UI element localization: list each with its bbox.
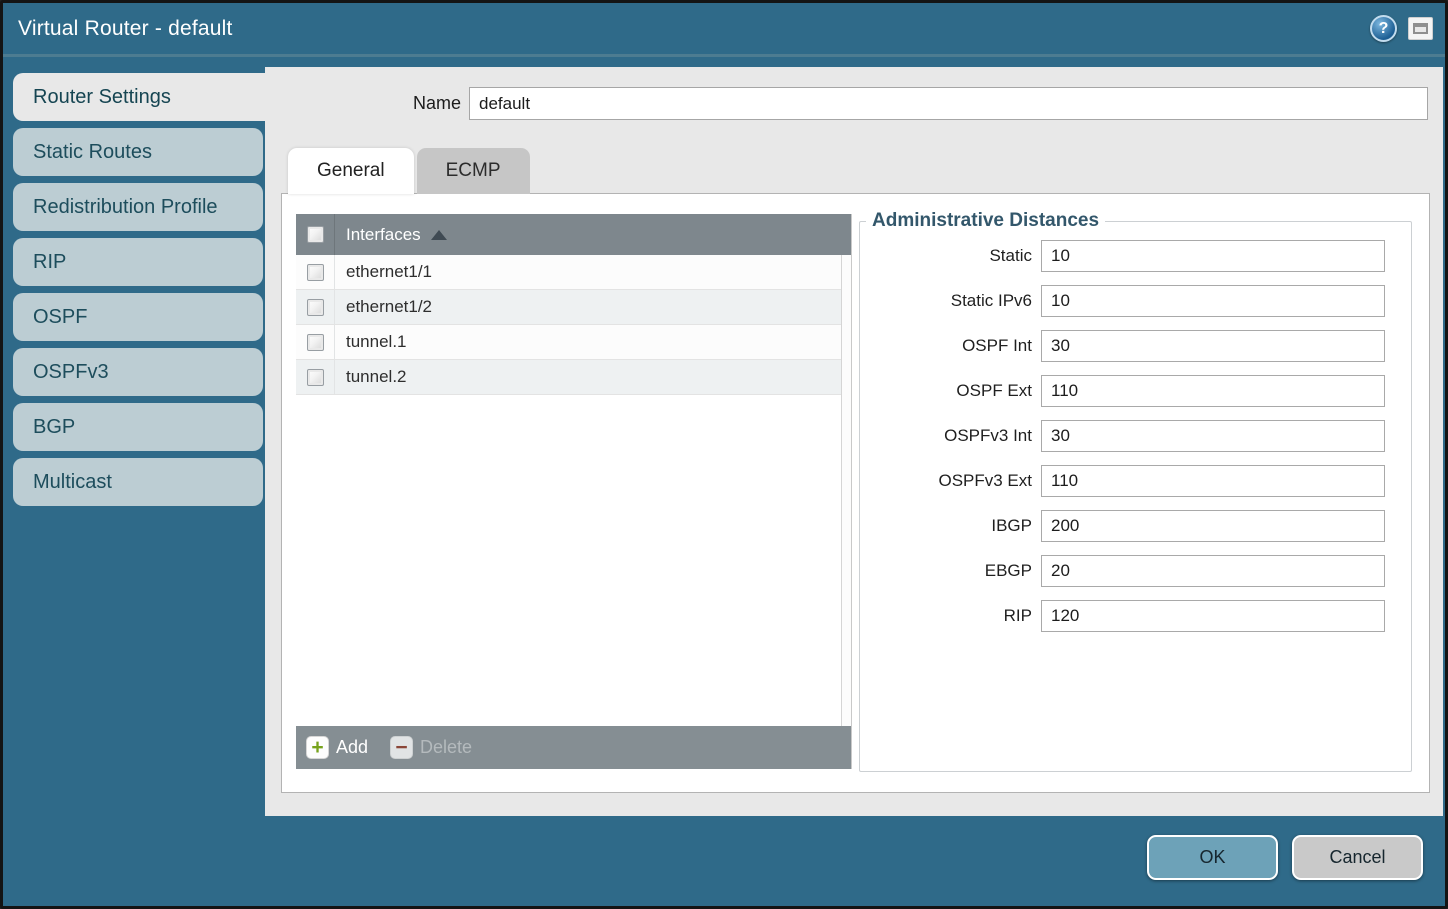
row-checkbox[interactable] (307, 264, 324, 281)
admin-field-row: OSPF Ext (860, 375, 1411, 407)
titlebar-icons: ? (1370, 15, 1433, 42)
row-checkbox[interactable] (307, 334, 324, 351)
sidebar-item-bgp[interactable]: BGP (13, 403, 263, 451)
ospf-ext-label: OSPF Ext (860, 381, 1032, 401)
rip-input[interactable] (1041, 600, 1385, 632)
ospf-int-input[interactable] (1041, 330, 1385, 362)
ospfv3-int-label: OSPFv3 Int (860, 426, 1032, 446)
admin-field-row: Static (860, 240, 1411, 272)
select-all-checkbox[interactable] (307, 226, 324, 243)
ospf-ext-input[interactable] (1041, 375, 1385, 407)
cancel-button[interactable]: Cancel (1292, 835, 1423, 880)
admin-field-row: RIP (860, 600, 1411, 632)
interfaces-table-header: Interfaces (296, 214, 851, 255)
table-row[interactable]: ethernet1/2 (296, 290, 851, 325)
add-plus-icon: + (306, 736, 329, 759)
general-tab-panel: Interfaces ethernet1/1 ethernet (281, 193, 1430, 793)
administrative-distances-title: Administrative Distances (866, 210, 1105, 232)
ibgp-input[interactable] (1041, 510, 1385, 542)
interfaces-table-body: ethernet1/1 ethernet1/2 tunnel.1 (296, 255, 851, 726)
tab-strip: General ECMP (288, 148, 530, 194)
ok-button[interactable]: OK (1147, 835, 1278, 880)
delete-button[interactable]: − Delete (390, 736, 472, 759)
row-checkbox-cell (296, 255, 335, 289)
sidebar-item-ospfv3[interactable]: OSPFv3 (13, 348, 263, 396)
row-checkbox-cell (296, 325, 335, 359)
delete-button-label: Delete (420, 737, 472, 758)
admin-field-row: EBGP (860, 555, 1411, 587)
row-checkbox-cell (296, 360, 335, 394)
titlebar: Virtual Router - default ? (3, 3, 1445, 54)
sidebar-item-static-routes[interactable]: Static Routes (13, 128, 263, 176)
table-row[interactable]: tunnel.2 (296, 360, 851, 395)
administrative-distances-group: Administrative Distances Static Static I… (859, 210, 1412, 772)
interfaces-table-footer: + Add − Delete (296, 726, 851, 769)
sidebar-item-ospf[interactable]: OSPF (13, 293, 263, 341)
add-button-label: Add (336, 737, 368, 758)
maximize-icon-glyph (1413, 23, 1428, 34)
maximize-icon[interactable] (1408, 17, 1433, 40)
dialog-title: Virtual Router - default (18, 17, 233, 41)
name-row: Name (265, 87, 1428, 120)
sidebar-item-router-settings[interactable]: Router Settings (13, 73, 275, 121)
row-checkbox[interactable] (307, 299, 324, 316)
static-ipv6-label: Static IPv6 (860, 291, 1032, 311)
table-row[interactable]: ethernet1/1 (296, 255, 851, 290)
ospfv3-ext-input[interactable] (1041, 465, 1385, 497)
titlebar-divider (3, 54, 1445, 57)
help-icon[interactable]: ? (1370, 15, 1397, 42)
select-all-cell (296, 214, 335, 255)
dialog-buttons: OK Cancel (1147, 835, 1423, 880)
name-label: Name (265, 93, 461, 114)
ospfv3-ext-label: OSPFv3 Ext (860, 471, 1032, 491)
table-scrollbar[interactable] (841, 255, 851, 726)
add-button[interactable]: + Add (306, 736, 368, 759)
interfaces-table: Interfaces ethernet1/1 ethernet (296, 214, 852, 769)
interface-name: ethernet1/2 (346, 297, 432, 317)
interfaces-column-header[interactable]: Interfaces (346, 225, 421, 245)
row-checkbox-cell (296, 290, 335, 324)
ebgp-label: EBGP (860, 561, 1032, 581)
admin-field-row: OSPF Int (860, 330, 1411, 362)
sort-ascending-icon (431, 230, 447, 240)
static-input[interactable] (1041, 240, 1385, 272)
content-panel: Name General ECMP Interfaces (265, 67, 1443, 816)
ospf-int-label: OSPF Int (860, 336, 1032, 356)
ebgp-input[interactable] (1041, 555, 1385, 587)
table-row[interactable]: tunnel.1 (296, 325, 851, 360)
admin-field-row: OSPFv3 Int (860, 420, 1411, 452)
name-input[interactable] (469, 87, 1428, 120)
tab-ecmp[interactable]: ECMP (417, 148, 530, 194)
sidebar-item-rip[interactable]: RIP (13, 238, 263, 286)
delete-minus-icon: − (390, 736, 413, 759)
tab-general[interactable]: General (288, 148, 414, 194)
static-ipv6-input[interactable] (1041, 285, 1385, 317)
virtual-router-dialog: Virtual Router - default ? Router Settin… (0, 0, 1448, 909)
sidebar: Router Settings Static Routes Redistribu… (13, 73, 275, 513)
sidebar-item-redistribution-profile[interactable]: Redistribution Profile (13, 183, 263, 231)
admin-field-row: OSPFv3 Ext (860, 465, 1411, 497)
interface-name: tunnel.2 (346, 367, 407, 387)
interface-name: tunnel.1 (346, 332, 407, 352)
admin-field-row: Static IPv6 (860, 285, 1411, 317)
sidebar-item-multicast[interactable]: Multicast (13, 458, 263, 506)
rip-label: RIP (860, 606, 1032, 626)
ospfv3-int-input[interactable] (1041, 420, 1385, 452)
admin-field-row: IBGP (860, 510, 1411, 542)
interface-name: ethernet1/1 (346, 262, 432, 282)
row-checkbox[interactable] (307, 369, 324, 386)
ibgp-label: IBGP (860, 516, 1032, 536)
static-label: Static (860, 246, 1032, 266)
